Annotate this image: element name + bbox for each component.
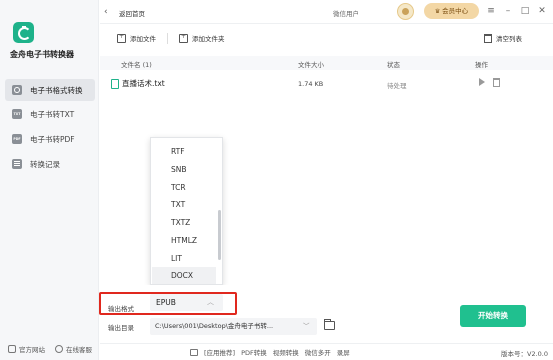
website-link[interactable]: 官方网站 (8, 344, 45, 354)
play-icon[interactable] (479, 78, 485, 86)
clear-list-button[interactable]: 清空列表 (484, 33, 522, 43)
headset-icon (55, 345, 63, 353)
dropdown-option[interactable]: TCR (152, 179, 216, 196)
column-header-status: 状态 (387, 61, 400, 69)
sidebar: 金舟电子书转换器 电子书格式转换 TXT 电子书转TXT PDF 电子书转PDF… (0, 0, 99, 360)
sidebar-item-to-txt[interactable]: TXT 电子书转TXT (5, 103, 95, 125)
statusbar: [应用推荐] PDF转换 视频转换 微信多开 录屏 版本号：V2.0.0 (100, 343, 553, 360)
trash-icon (484, 33, 492, 43)
sidebar-item-label: 电子书转TXT (30, 109, 75, 119)
sidebar-item-label: 电子书格式转换 (30, 85, 83, 95)
file-name-cell: 直播话术.txt (111, 78, 165, 89)
output-dir-select[interactable]: C:\Users\001\Desktop\金舟电子书转... ﹀ (150, 318, 317, 335)
maximize-icon[interactable]: □ (519, 5, 531, 17)
record-icon (12, 159, 22, 169)
pdf-icon: PDF (12, 134, 22, 144)
screen-record-link[interactable]: 录屏 (337, 347, 350, 357)
sidebar-item-records[interactable]: 转换记录 (5, 153, 95, 175)
dropdown-scrollbar[interactable] (218, 210, 221, 260)
video-convert-link[interactable]: 视频转换 (273, 347, 299, 357)
column-header-size: 文件大小 (298, 61, 324, 69)
file-size-cell: 1.74 KB (298, 80, 324, 88)
avatar[interactable] (397, 3, 414, 20)
dropdown-option-selected[interactable]: DOCX (152, 267, 216, 284)
titlebar: ‹ 返回首页 微信用户 会员中心 ≡ – □ ✕ (100, 0, 553, 24)
add-folder-button[interactable]: 添加文件夹 (179, 33, 225, 43)
status-links: [应用推荐] PDF转换 视频转换 微信多开 录屏 (190, 347, 350, 357)
pdf-convert-link[interactable]: PDF转换 (241, 347, 267, 357)
table-header: 文件名 (1) 文件大小 状态 操作 (100, 56, 553, 70)
chevron-down-icon: ﹀ (303, 322, 310, 330)
column-header-actions: 操作 (475, 61, 488, 69)
txt-icon: TXT (12, 109, 22, 119)
output-dir-label: 输出目录 (108, 324, 134, 332)
minimize-icon[interactable]: – (502, 5, 514, 17)
gift-icon (190, 348, 198, 356)
folder-icon[interactable] (324, 319, 335, 330)
sidebar-footer: 官方网站 在线客服 (8, 344, 92, 354)
app-name: 金舟电子书转换器 (10, 50, 74, 59)
monitor-icon (8, 345, 16, 353)
sidebar-item-label: 电子书转PDF (30, 134, 75, 144)
wechat-multi-link[interactable]: 微信多开 (305, 347, 331, 357)
user-name: 微信用户 (333, 10, 359, 18)
add-file-button[interactable]: 添加文件 (117, 33, 156, 43)
file-status-cell: 待处理 (387, 82, 407, 90)
add-folder-icon (179, 33, 188, 43)
text-file-icon (111, 78, 119, 89)
sidebar-item-format-convert[interactable]: 电子书格式转换 (5, 79, 95, 101)
format-dropdown-list: RTF SNB TCR TXT TXTZ HTMLZ LIT DOCX (150, 137, 223, 285)
menu-icon[interactable]: ≡ (485, 5, 497, 17)
toolbar-divider (167, 33, 168, 44)
start-convert-button[interactable]: 开始转换 (460, 305, 526, 327)
back-home-link[interactable]: 返回首页 (119, 8, 145, 18)
add-file-icon (117, 33, 126, 43)
dropdown-option[interactable]: HTMLZ (152, 232, 216, 249)
app-recommend-link[interactable]: [应用推荐] (204, 347, 235, 357)
dropdown-option[interactable]: LIT (152, 250, 216, 267)
version-label: 版本号：V2.0.0 (501, 350, 548, 358)
dropdown-option[interactable]: TXT (152, 196, 216, 213)
sidebar-item-label: 转换记录 (30, 159, 60, 169)
highlight-box (99, 292, 237, 315)
convert-icon (12, 85, 22, 95)
sidebar-item-to-pdf[interactable]: PDF 电子书转PDF (5, 128, 95, 150)
dropdown-option[interactable]: SNB (152, 161, 216, 178)
app-logo-icon (13, 22, 34, 43)
dropdown-option[interactable]: TXTZ (152, 214, 216, 231)
vip-center-button[interactable]: 会员中心 (424, 3, 479, 19)
back-arrow-icon[interactable]: ‹ (104, 7, 112, 17)
close-icon[interactable]: ✕ (536, 5, 548, 17)
column-header-name: 文件名 (1) (121, 61, 152, 69)
service-link[interactable]: 在线客服 (55, 344, 92, 354)
dropdown-option[interactable]: RTF (152, 143, 216, 160)
delete-icon[interactable] (493, 78, 500, 87)
